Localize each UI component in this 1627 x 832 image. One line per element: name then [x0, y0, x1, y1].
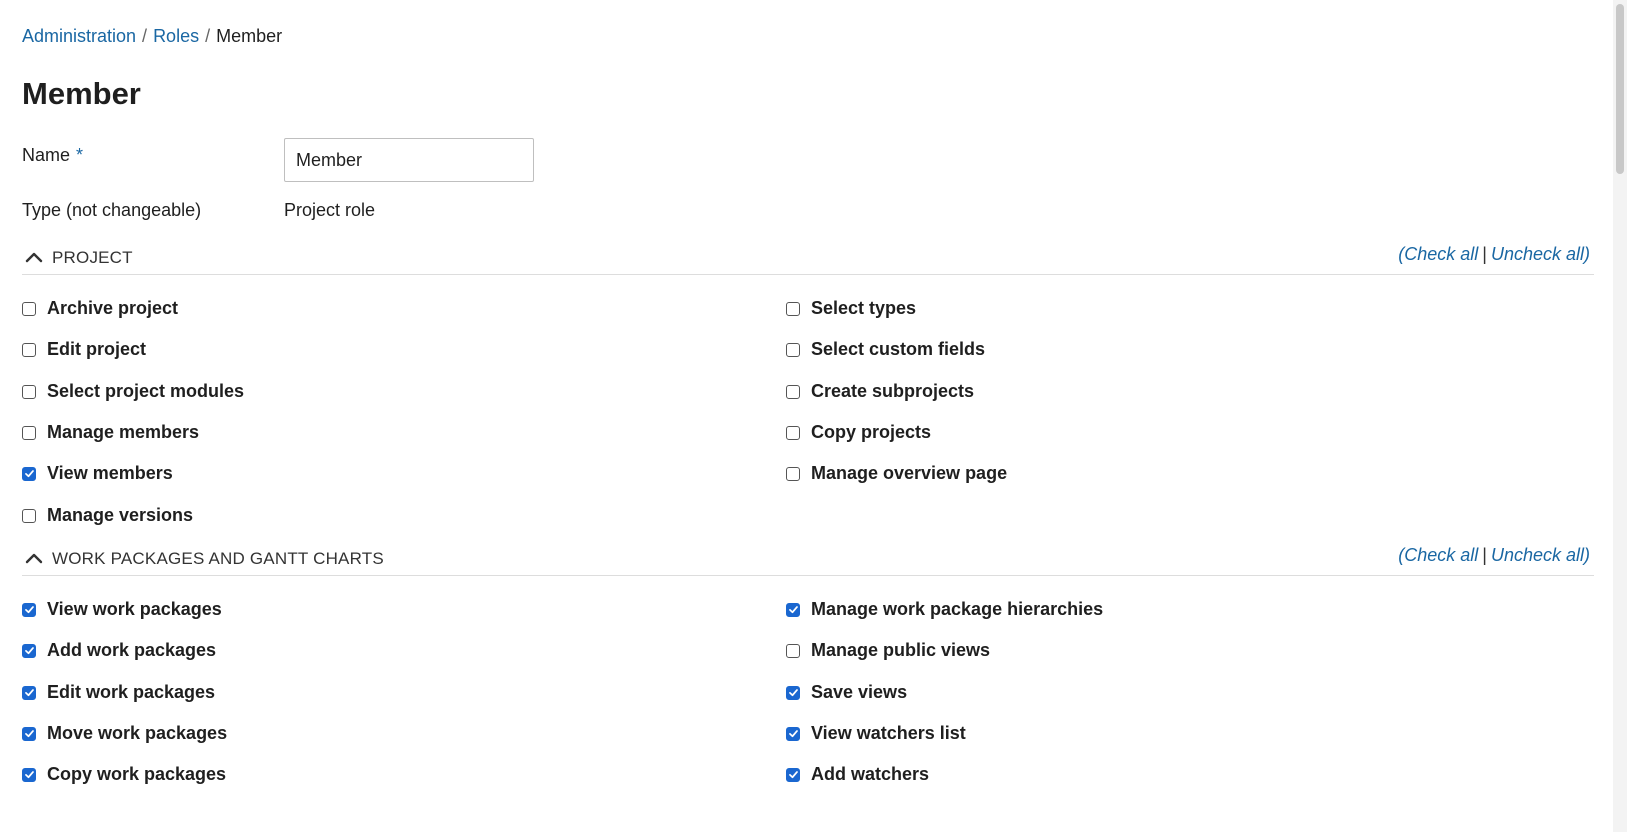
permission-label: Add watchers — [811, 764, 930, 784]
permission-item[interactable]: Manage overview page — [786, 463, 1007, 484]
chevron-up-icon[interactable] — [22, 246, 46, 270]
permission-checkbox[interactable] — [22, 767, 36, 782]
permission-item[interactable]: Manage versions — [22, 505, 193, 526]
name-label-text: Name — [22, 145, 71, 165]
name-label: Name * — [22, 143, 83, 167]
permission-label: Manage public views — [811, 640, 991, 660]
permission-checkbox[interactable] — [786, 643, 800, 658]
type-label: Type (not changeable) — [22, 200, 202, 220]
section-header: PROJECT (Check all | Uncheck all) — [22, 244, 1594, 275]
permission-item[interactable]: Select custom fields — [786, 339, 985, 360]
permission-label: Save views — [811, 682, 908, 702]
permission-item[interactable]: View members — [22, 463, 173, 484]
section-header: WORK PACKAGES AND GANTT CHARTS (Check all… — [22, 545, 1594, 576]
chevron-up-icon[interactable] — [22, 547, 46, 571]
breadcrumb-separator: / — [142, 26, 148, 46]
permission-label: Move work packages — [47, 723, 228, 743]
permission-item[interactable]: Save views — [786, 682, 907, 703]
permission-item[interactable]: Manage work package hierarchies — [786, 599, 1103, 620]
permission-label: Select custom fields — [811, 339, 986, 359]
required-marker: * — [76, 145, 84, 165]
permission-checkbox[interactable] — [22, 508, 36, 523]
section-toggle[interactable]: PROJECT — [22, 246, 133, 270]
section-toggle[interactable]: WORK PACKAGES AND GANTT CHARTS — [22, 547, 384, 571]
permission-label: Manage overview page — [811, 463, 1008, 483]
permission-item[interactable]: Manage public views — [786, 640, 990, 661]
name-input[interactable] — [284, 138, 534, 182]
permission-checkbox[interactable] — [22, 602, 36, 617]
permission-item[interactable]: Select project modules — [22, 381, 244, 402]
type-value: Project role — [284, 200, 376, 220]
breadcrumb-separator: / — [205, 26, 211, 46]
permission-label: Archive project — [47, 298, 179, 318]
permission-label: Edit work packages — [47, 682, 216, 702]
permission-item[interactable]: Move work packages — [22, 723, 227, 744]
permission-item[interactable]: Edit project — [22, 339, 146, 360]
permission-checkbox[interactable] — [22, 726, 36, 741]
check-links-separator: | — [1482, 244, 1487, 264]
permission-checkbox[interactable] — [786, 301, 800, 316]
permission-checkbox[interactable] — [22, 384, 36, 399]
permission-label: View members — [47, 463, 173, 483]
permission-label: Manage work package hierarchies — [811, 599, 1104, 619]
permission-item[interactable]: Add work packages — [22, 640, 216, 661]
permission-label: Copy projects — [811, 422, 932, 442]
uncheck-all-link[interactable]: Uncheck all — [1491, 545, 1584, 565]
permission-checkbox[interactable] — [786, 384, 800, 399]
permission-label: Add work packages — [47, 640, 217, 660]
permission-checkbox[interactable] — [786, 342, 800, 357]
permission-checkbox[interactable] — [22, 466, 36, 481]
permission-label: Select types — [811, 298, 917, 318]
permission-label: View work packages — [47, 599, 222, 619]
permission-label: Manage members — [47, 422, 200, 442]
permission-label: Create subprojects — [811, 381, 975, 401]
permission-item[interactable]: View watchers list — [786, 723, 966, 744]
permission-item[interactable]: Select types — [786, 298, 916, 319]
permission-item[interactable]: Edit work packages — [22, 682, 215, 703]
uncheck-all-link[interactable]: Uncheck all — [1491, 244, 1584, 264]
permission-checkbox[interactable] — [22, 342, 36, 357]
permission-checkbox[interactable] — [22, 643, 36, 658]
scrollbar-thumb[interactable] — [1616, 4, 1624, 174]
permission-checkbox[interactable] — [786, 466, 800, 481]
check-links-separator: | — [1482, 545, 1487, 565]
permission-label: Select project modules — [47, 381, 245, 401]
breadcrumb: Administration / Roles / Member — [22, 24, 282, 48]
page-title: Member — [22, 76, 141, 111]
check-all-link[interactable]: Check all — [1404, 545, 1478, 565]
permission-label: View watchers list — [811, 723, 966, 743]
permission-label: Manage versions — [47, 505, 194, 525]
permission-label: Copy work packages — [47, 764, 227, 784]
permission-item[interactable]: Archive project — [22, 298, 178, 319]
permission-checkbox[interactable] — [786, 685, 800, 700]
check-links: (Check all | Uncheck all) — [1398, 244, 1590, 264]
permission-checkbox[interactable] — [786, 425, 800, 440]
check-links: (Check all | Uncheck all) — [1398, 545, 1590, 565]
permission-checkbox[interactable] — [22, 301, 36, 316]
permission-item[interactable]: Manage members — [22, 422, 199, 443]
permission-checkbox[interactable] — [786, 726, 800, 741]
permission-item[interactable]: View work packages — [22, 599, 222, 620]
section-title: WORK PACKAGES AND GANTT CHARTS — [52, 549, 384, 568]
section-title: PROJECT — [52, 248, 133, 267]
permission-checkbox[interactable] — [786, 602, 800, 617]
permission-checkbox[interactable] — [22, 425, 36, 440]
permission-checkbox[interactable] — [22, 685, 36, 700]
breadcrumb-roles[interactable]: Roles — [153, 26, 199, 46]
breadcrumb-administration[interactable]: Administration — [22, 26, 136, 46]
check-all-link[interactable]: Check all — [1404, 244, 1478, 264]
permission-item[interactable]: Copy projects — [786, 422, 931, 443]
permission-label: Edit project — [47, 339, 147, 359]
permission-checkbox[interactable] — [786, 767, 800, 782]
page-scrollbar[interactable] — [1613, 0, 1627, 832]
permission-item[interactable]: Copy work packages — [22, 764, 226, 785]
breadcrumb-current: Member — [216, 26, 283, 46]
permission-item[interactable]: Create subprojects — [786, 381, 974, 402]
permission-item[interactable]: Add watchers — [786, 764, 929, 785]
